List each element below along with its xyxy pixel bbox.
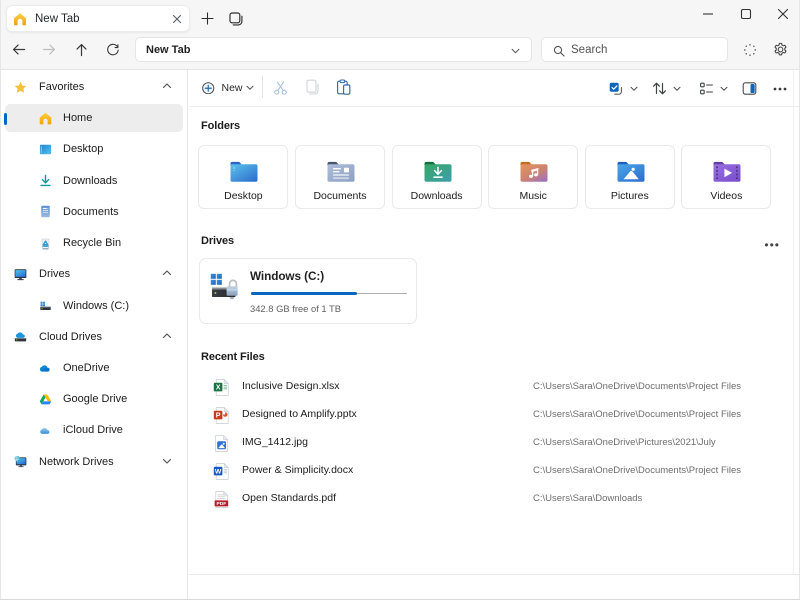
svg-text:P: P [216,411,221,420]
svg-text:PDF: PDF [217,501,227,507]
svg-text:X: X [216,383,221,392]
svg-text:W: W [215,469,222,476]
